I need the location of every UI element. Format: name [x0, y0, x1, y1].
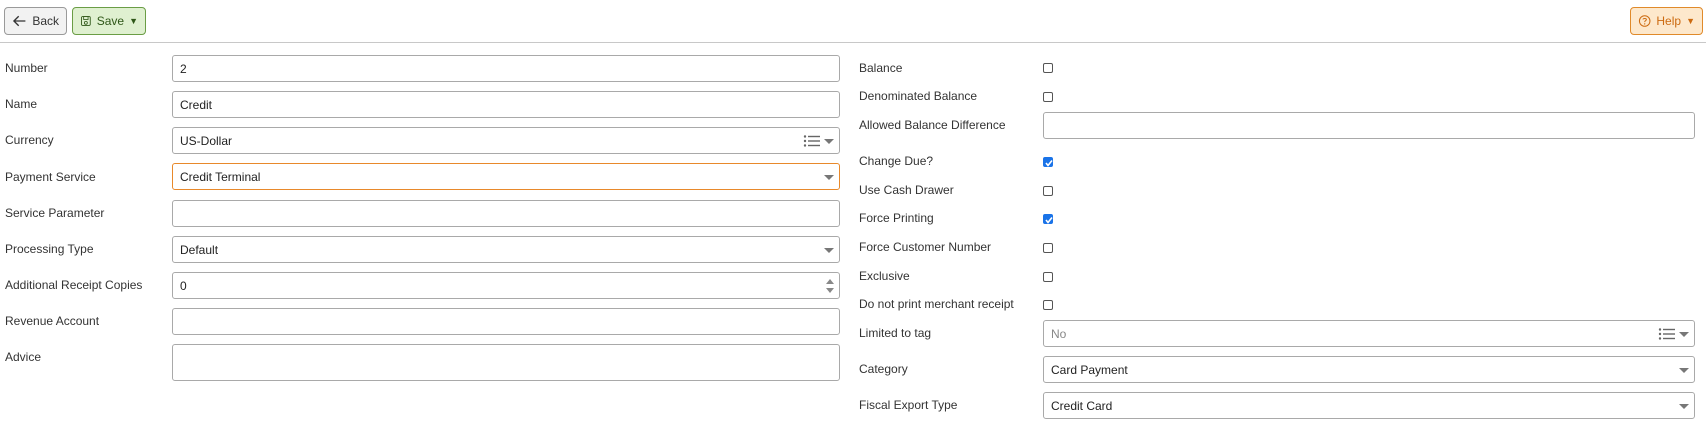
- service-parameter-label: Service Parameter: [5, 206, 105, 220]
- dropdown-arrow-icon[interactable]: [824, 175, 834, 180]
- arrow-left-icon: [12, 15, 26, 27]
- dropdown-arrow-icon[interactable]: [1679, 404, 1689, 409]
- chevron-down-icon: ▼: [129, 16, 138, 26]
- additional-receipt-copies-input[interactable]: 0: [172, 272, 840, 299]
- fiscal-export-type-select[interactable]: Credit Card: [1043, 392, 1695, 419]
- list-icon[interactable]: [1658, 327, 1676, 341]
- allowed-balance-difference-label: Allowed Balance Difference: [859, 118, 1006, 132]
- limited-to-tag-select[interactable]: No: [1043, 320, 1695, 347]
- additional-receipt-copies-label: Additional Receipt Copies: [5, 278, 143, 292]
- back-button[interactable]: Back: [4, 7, 67, 35]
- payment-service-label: Payment Service: [5, 170, 96, 184]
- force-customer-number-checkbox[interactable]: [1043, 243, 1053, 253]
- help-button-label: Help: [1656, 14, 1682, 28]
- balance-label: Balance: [859, 61, 903, 75]
- question-circle-icon: [1638, 15, 1651, 27]
- fiscal-export-type-label: Fiscal Export Type: [859, 398, 958, 412]
- processing-type-label: Processing Type: [5, 242, 94, 256]
- change-due-checkbox[interactable]: [1043, 157, 1053, 167]
- use-cash-drawer-label: Use Cash Drawer: [859, 183, 954, 197]
- check-icon: [1045, 160, 1053, 167]
- revenue-account-input[interactable]: [172, 308, 840, 335]
- save-icon: [81, 16, 91, 26]
- chevron-down-icon: ▼: [1686, 16, 1695, 26]
- do-not-print-merchant-receipt-checkbox[interactable]: [1043, 300, 1053, 310]
- service-parameter-input[interactable]: [172, 200, 840, 227]
- currency-label: Currency: [5, 133, 54, 147]
- number-value: 2: [180, 61, 187, 76]
- additional-receipt-copies-value: 0: [180, 278, 187, 293]
- number-input[interactable]: 2: [172, 55, 840, 82]
- revenue-account-label: Revenue Account: [5, 314, 100, 328]
- dropdown-arrow-icon[interactable]: [824, 139, 834, 144]
- spinner-arrows-icon[interactable]: [825, 277, 835, 295]
- name-value: Credit: [180, 97, 213, 112]
- list-icon[interactable]: [803, 134, 821, 148]
- payment-service-select[interactable]: Credit Terminal: [172, 163, 840, 190]
- name-input[interactable]: Credit: [172, 91, 840, 118]
- exclusive-checkbox[interactable]: [1043, 272, 1053, 282]
- denominated-balance-checkbox[interactable]: [1043, 92, 1053, 102]
- limited-to-tag-label: Limited to tag: [859, 326, 932, 340]
- help-button[interactable]: Help ▼: [1630, 7, 1703, 35]
- force-customer-number-label: Force Customer Number: [859, 240, 992, 254]
- processing-type-value: Default: [180, 242, 219, 257]
- change-due-label: Change Due?: [859, 154, 934, 168]
- save-button[interactable]: Save ▼: [72, 7, 146, 35]
- force-printing-label: Force Printing: [859, 211, 934, 225]
- currency-value: US-Dollar: [180, 133, 233, 148]
- name-label: Name: [5, 97, 38, 111]
- payment-service-value: Credit Terminal: [180, 169, 261, 184]
- advice-label: Advice: [5, 350, 42, 364]
- dropdown-arrow-icon[interactable]: [1679, 368, 1689, 373]
- dropdown-arrow-icon[interactable]: [1679, 332, 1689, 337]
- check-icon: [1045, 217, 1053, 224]
- category-value: Card Payment: [1051, 362, 1128, 377]
- number-label: Number: [5, 61, 48, 75]
- denominated-balance-label: Denominated Balance: [859, 89, 978, 103]
- balance-checkbox[interactable]: [1043, 63, 1053, 73]
- force-printing-checkbox[interactable]: [1043, 214, 1053, 224]
- dropdown-arrow-icon[interactable]: [824, 248, 834, 253]
- category-label: Category: [859, 362, 908, 376]
- do-not-print-merchant-receipt-label: Do not print merchant receipt: [859, 297, 1014, 311]
- advice-textarea[interactable]: [172, 344, 840, 381]
- exclusive-label: Exclusive: [859, 269, 910, 283]
- currency-select[interactable]: US-Dollar: [172, 127, 840, 154]
- category-select[interactable]: Card Payment: [1043, 356, 1695, 383]
- limited-to-tag-value: No: [1051, 326, 1067, 341]
- save-button-label: Save: [96, 14, 125, 28]
- toolbar: Back Save ▼ Help ▼: [0, 0, 1706, 43]
- fiscal-export-type-value: Credit Card: [1051, 398, 1113, 413]
- use-cash-drawer-checkbox[interactable]: [1043, 186, 1053, 196]
- back-button-label: Back: [32, 14, 59, 28]
- processing-type-select[interactable]: Default: [172, 236, 840, 263]
- allowed-balance-difference-input[interactable]: [1043, 112, 1695, 139]
